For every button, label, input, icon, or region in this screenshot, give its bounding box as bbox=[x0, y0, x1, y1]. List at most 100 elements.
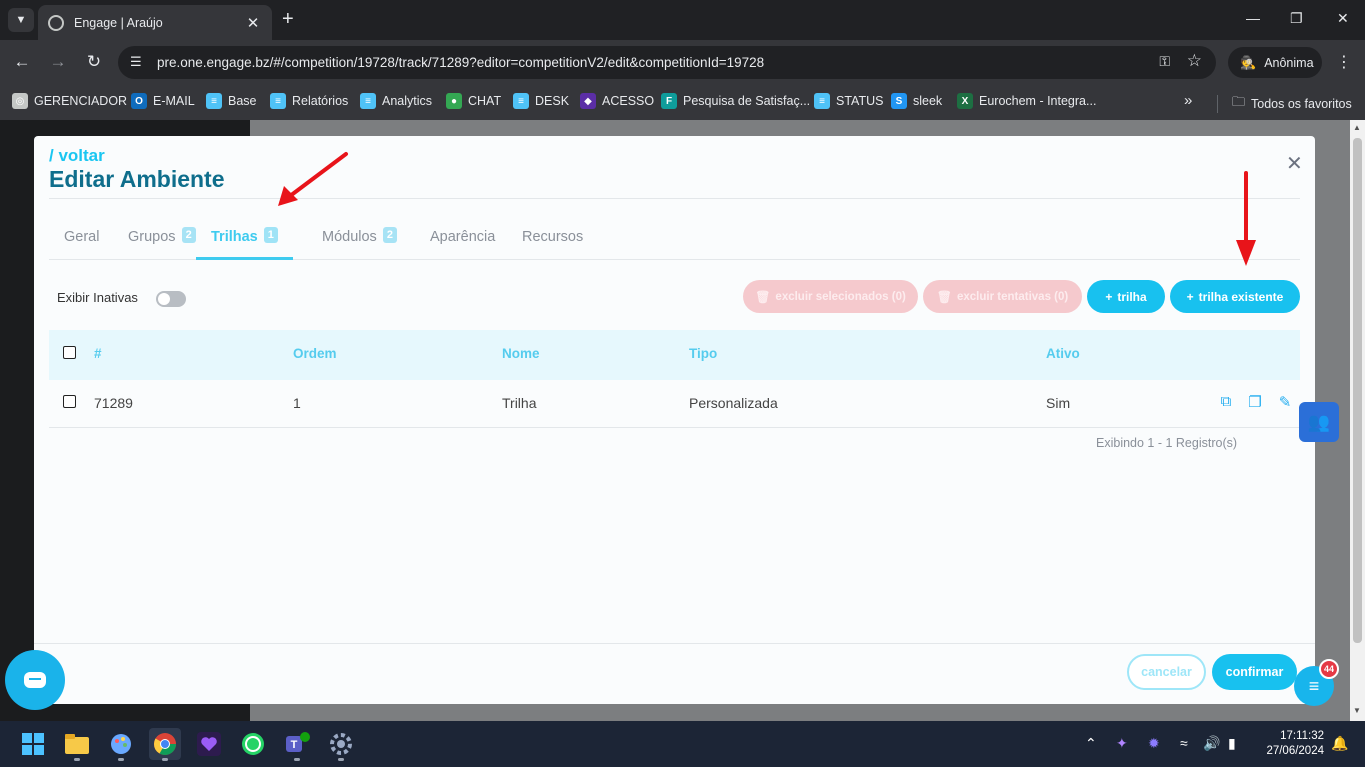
tab-label: Grupos bbox=[128, 229, 176, 245]
bookmark-item[interactable]: Ssleek bbox=[891, 93, 942, 109]
bookmark-item[interactable]: ● CHAT bbox=[446, 93, 501, 109]
gear-tray-icon[interactable]: ✹ bbox=[1148, 735, 1160, 752]
more-bookmarks-icon[interactable]: » bbox=[1184, 92, 1192, 109]
bookmark-item[interactable]: ≡ Analytics bbox=[360, 93, 432, 109]
tab-aparencia[interactable]: Aparência bbox=[430, 222, 495, 260]
notification-badge: 44 bbox=[1319, 659, 1339, 679]
tray-overflow-icon[interactable]: ⌃ bbox=[1085, 735, 1097, 752]
bookmark-star-icon[interactable]: ☆ bbox=[1187, 51, 1202, 71]
site-settings-icon[interactable]: ☰ bbox=[130, 54, 142, 70]
browser-tab[interactable]: Engage | Araújo ✕ bbox=[38, 5, 272, 40]
cancel-button[interactable]: cancelar bbox=[1127, 654, 1206, 690]
close-icon[interactable]: ✕ bbox=[1286, 151, 1303, 176]
engage-logo-icon: ≡ bbox=[1308, 675, 1320, 696]
column-header-ordem[interactable]: Ordem bbox=[293, 346, 337, 361]
chat-widget-button[interactable] bbox=[5, 650, 65, 710]
notification-bell-icon[interactable]: 🔔 bbox=[1331, 735, 1348, 752]
bookmark-item[interactable]: ≡ DESK bbox=[513, 93, 569, 109]
duplicate-icon[interactable]: ❐ bbox=[1246, 393, 1264, 411]
show-inactive-toggle[interactable] bbox=[156, 291, 186, 307]
bookmark-label: DESK bbox=[535, 94, 570, 108]
all-bookmarks-folder[interactable]: 🗀 Todos os favoritos bbox=[1232, 93, 1352, 115]
confirm-button[interactable]: confirmar bbox=[1212, 654, 1297, 690]
battery-icon[interactable]: ▮ bbox=[1228, 735, 1236, 752]
scroll-down-icon[interactable]: ▼ bbox=[1353, 706, 1361, 715]
column-header-id[interactable]: # bbox=[94, 346, 102, 361]
back-link[interactable]: / voltar bbox=[49, 146, 105, 166]
bookmark-item[interactable]: ≡ Relatórios bbox=[270, 93, 348, 109]
new-tab-button[interactable]: + bbox=[282, 9, 294, 29]
url-text[interactable]: pre.one.engage.bz/#/competition/19728/tr… bbox=[157, 55, 764, 70]
tab-geral[interactable]: Geral bbox=[64, 222, 99, 260]
page-scrollbar[interactable]: ▲ ▼ bbox=[1350, 120, 1365, 721]
delete-selected-button[interactable]: 🗑 excluir selecionados (0) bbox=[743, 280, 918, 313]
file-explorer-icon[interactable] bbox=[61, 728, 93, 761]
feather-app-icon[interactable]: ✦ bbox=[1116, 735, 1128, 752]
address-bar[interactable]: ☰ pre.one.engage.bz/#/competition/19728/… bbox=[118, 46, 1216, 79]
reload-icon[interactable]: ↻ bbox=[83, 52, 105, 72]
incognito-indicator[interactable]: 🕵 Anônima bbox=[1228, 47, 1322, 78]
toggle-knob bbox=[158, 293, 170, 305]
page-favicon-icon bbox=[48, 14, 64, 31]
close-tab-icon[interactable]: ✕ bbox=[244, 14, 262, 32]
row-checkbox[interactable] bbox=[63, 395, 76, 408]
bookmark-item[interactable]: F Pesquisa de Satisfaç... bbox=[661, 93, 810, 109]
column-header-nome[interactable]: Nome bbox=[502, 346, 540, 361]
whatsapp-icon[interactable] bbox=[237, 728, 269, 760]
clock-time: 17:11:32 bbox=[1280, 730, 1324, 742]
bookmark-label: GERENCIADOR bbox=[34, 94, 128, 108]
system-clock[interactable]: 17:11:32 27/06/2024 bbox=[1258, 729, 1324, 759]
select-all-checkbox[interactable] bbox=[63, 346, 76, 359]
forward-arrow-icon[interactable]: → bbox=[47, 52, 69, 72]
delete-attempts-button[interactable]: 🗑 excluir tentativas (0) bbox=[923, 280, 1082, 313]
excel-icon: X bbox=[957, 93, 973, 109]
forms-icon: F bbox=[661, 93, 677, 109]
bookmark-label: STATUS bbox=[836, 94, 884, 108]
bookmark-label: CHAT bbox=[468, 94, 502, 108]
trash-icon: 🗑 bbox=[755, 289, 771, 304]
bookmark-label: ACESSO bbox=[602, 94, 655, 108]
bookmark-item[interactable]: ≡ Base bbox=[206, 93, 257, 109]
tab-trilhas[interactable]: Trilhas 1 bbox=[196, 222, 293, 260]
volume-icon[interactable]: 🔊 bbox=[1203, 735, 1220, 752]
tab-recursos[interactable]: Recursos bbox=[522, 222, 583, 260]
back-arrow-icon[interactable]: ← bbox=[11, 52, 33, 72]
restore-icon[interactable]: ❐ bbox=[1290, 10, 1303, 27]
assistant-avatar[interactable]: 👥 bbox=[1299, 402, 1339, 442]
column-header-tipo[interactable]: Tipo bbox=[689, 346, 717, 361]
scrollbar-thumb[interactable] bbox=[1353, 138, 1362, 643]
bookmark-label: Pesquisa de Satisfaç... bbox=[683, 94, 811, 108]
start-menu-icon[interactable] bbox=[17, 728, 49, 760]
header-divider bbox=[49, 198, 1300, 199]
add-existing-track-button[interactable]: + trilha existente bbox=[1170, 280, 1300, 313]
browser-menu-icon[interactable]: ⋮ bbox=[1336, 52, 1352, 72]
tab-search-button[interactable]: ▼ bbox=[8, 8, 34, 32]
minimize-icon[interactable]: — bbox=[1246, 10, 1260, 26]
password-key-icon[interactable]: ⚿ bbox=[1159, 53, 1170, 70]
annotation-arrow-trilhas bbox=[278, 152, 348, 206]
tab-label: Aparência bbox=[430, 229, 496, 245]
bookmark-label: sleek bbox=[913, 94, 943, 108]
copy-icon[interactable]: ⧉ bbox=[1217, 393, 1235, 411]
bookmark-item[interactable]: ◆ ACESSO bbox=[580, 93, 654, 109]
bookmark-item[interactable]: O E-MAIL bbox=[131, 93, 195, 109]
paint-app-icon[interactable] bbox=[105, 728, 137, 761]
column-header-ativo[interactable]: Ativo bbox=[1046, 346, 1080, 361]
bookmarks-bar: ◎ GERENCIADOR O E-MAIL ≡ Base ≡ Relatórios ≡ Anal… bbox=[0, 86, 1365, 120]
scroll-up-icon[interactable]: ▲ bbox=[1353, 123, 1361, 132]
bookmark-item[interactable]: ≡ STATUS bbox=[814, 93, 883, 109]
edit-pencil-icon[interactable]: ✎ bbox=[1276, 393, 1294, 411]
chrome-taskbar-icon[interactable] bbox=[149, 728, 181, 761]
people-icon: 👥 bbox=[1307, 411, 1331, 432]
settings-gear-icon[interactable] bbox=[325, 728, 357, 761]
wifi-icon[interactable]: ≈ bbox=[1180, 735, 1188, 751]
bookmark-item[interactable]: ◎ GERENCIADOR bbox=[12, 93, 127, 109]
teams-icon[interactable]: T bbox=[281, 728, 313, 761]
window-close-icon[interactable]: ✕ bbox=[1337, 10, 1349, 27]
heart-app-icon[interactable] bbox=[193, 728, 225, 760]
tab-grupos[interactable]: Grupos 2 bbox=[128, 222, 196, 260]
all-bookmarks-label: Todos os favoritos bbox=[1251, 97, 1352, 111]
tab-modulos[interactable]: Módulos 2 bbox=[322, 222, 397, 260]
add-track-button[interactable]: + trilha bbox=[1087, 280, 1165, 313]
bookmark-item[interactable]: X Eurochem - Integra... bbox=[957, 93, 1096, 109]
